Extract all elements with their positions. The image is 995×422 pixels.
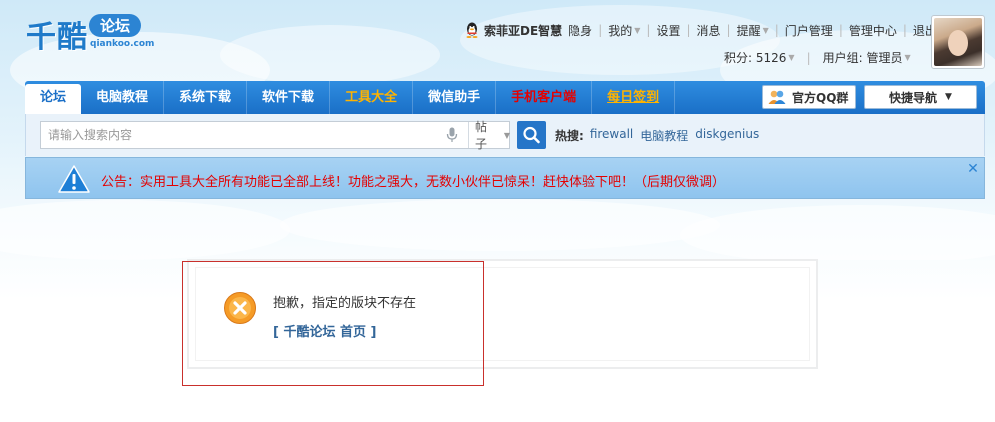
- hot-term-link[interactable]: diskgenius: [695, 127, 759, 144]
- search-type-label: 帖子: [475, 120, 488, 151]
- search-input[interactable]: [41, 122, 441, 148]
- my-menu-link[interactable]: 我的: [608, 22, 632, 39]
- site-logo[interactable]: 千酷 论坛 qiankoo.com: [26, 12, 156, 58]
- chevron-down-icon: ▼: [634, 25, 641, 35]
- avatar[interactable]: [931, 15, 985, 69]
- qq-group-button[interactable]: 官方QQ群: [762, 85, 856, 109]
- nav-tab-software-download[interactable]: 软件下载: [247, 81, 331, 114]
- forum-home-link[interactable]: [ 千酷论坛 首页 ]: [273, 321, 376, 340]
- hot-term-link[interactable]: firewall: [590, 127, 633, 144]
- microphone-icon[interactable]: [446, 127, 458, 143]
- admin-center-link[interactable]: 管理中心: [849, 22, 897, 39]
- divider: |: [902, 23, 907, 37]
- avatar-image: [934, 18, 982, 66]
- site-header: 千酷 论坛 qiankoo.com 索菲亚DE智慧 隐身 | 我的 ▼ | 设置…: [0, 0, 995, 78]
- search-box: 帖子 ▼: [40, 120, 510, 151]
- hot-search-label: 热搜:: [555, 129, 584, 143]
- portal-admin-link[interactable]: 门户管理: [785, 22, 833, 39]
- divider: |: [686, 23, 691, 37]
- chevron-down-icon: ▼: [788, 53, 795, 62]
- qq-penguin-icon: [466, 22, 478, 38]
- error-icon: [224, 292, 256, 324]
- nav-tab-tools[interactable]: 工具大全: [330, 81, 414, 114]
- divider: |: [806, 50, 811, 65]
- settings-link[interactable]: 设置: [656, 22, 680, 39]
- user-stats: 积分: 5126 ▼ | 用户组: 管理员 ▼: [724, 49, 911, 66]
- caret-down-icon: ▼: [945, 92, 952, 102]
- messages-link[interactable]: 消息: [697, 22, 721, 39]
- hot-search: 热搜: firewall 电脑教程 diskgenius: [555, 127, 766, 144]
- divider: |: [646, 23, 651, 37]
- nav-tab-daily-signin[interactable]: 每日签到: [592, 81, 676, 114]
- logo-text: 千酷: [26, 20, 88, 55]
- user-group-link[interactable]: 用户组: 管理员: [823, 49, 903, 66]
- user-toolbar: 索菲亚DE智慧 隐身 | 我的 ▼ | 设置 | 消息 | 提醒 ▼ | 门户管…: [465, 21, 937, 39]
- people-icon: [768, 90, 786, 104]
- close-icon[interactable]: ✕: [966, 162, 980, 176]
- invisible-link[interactable]: 隐身: [568, 22, 592, 39]
- divider: |: [774, 23, 779, 37]
- search-bar: 帖子 ▼ 热搜: firewall 电脑教程 diskgenius: [25, 114, 985, 156]
- quick-nav-label: 快捷导航: [889, 90, 938, 105]
- nav-tab-pc-tutorials[interactable]: 电脑教程: [81, 81, 165, 114]
- announcement-text: 公告：实用工具大全所有功能已全部上线！功能之强大，无数小伙伴已惊呆！赶快体验下吧…: [101, 175, 726, 190]
- search-button[interactable]: [517, 121, 546, 149]
- logo-domain: qiankoo.com: [90, 39, 155, 49]
- nav-tab-system-download[interactable]: 系统下载: [164, 81, 248, 114]
- quick-nav-button[interactable]: 快捷导航 ▼: [864, 85, 977, 109]
- search-type-select[interactable]: 帖子 ▼: [468, 120, 510, 151]
- qq-group-label: 官方QQ群: [792, 90, 849, 105]
- error-message: 抱歉，指定的版块不存在: [273, 296, 417, 311]
- warning-icon: [58, 165, 90, 193]
- nav-tab-mobile-client[interactable]: 手机客户端: [496, 81, 593, 114]
- nav-tab-wechat-helper[interactable]: 微信助手: [413, 81, 497, 114]
- username-link[interactable]: 索菲亚DE智慧: [484, 22, 562, 39]
- chevron-down-icon: ▼: [503, 130, 510, 140]
- nav-tab-forum[interactable]: 论坛: [25, 84, 82, 114]
- divider: |: [838, 23, 843, 37]
- logo-badge: 论坛: [89, 14, 142, 37]
- divider: |: [598, 23, 603, 37]
- search-icon: [523, 126, 540, 144]
- divider: |: [726, 23, 731, 37]
- hot-term-link[interactable]: 电脑教程: [640, 127, 688, 144]
- reminders-link[interactable]: 提醒: [737, 22, 761, 39]
- chevron-down-icon: ▼: [904, 53, 911, 62]
- points-link[interactable]: 积分: 5126: [724, 49, 786, 66]
- chevron-down-icon: ▼: [762, 25, 769, 35]
- announcement-bar: 公告：实用工具大全所有功能已全部上线！功能之强大，无数小伙伴已惊呆！赶快体验下吧…: [25, 157, 985, 199]
